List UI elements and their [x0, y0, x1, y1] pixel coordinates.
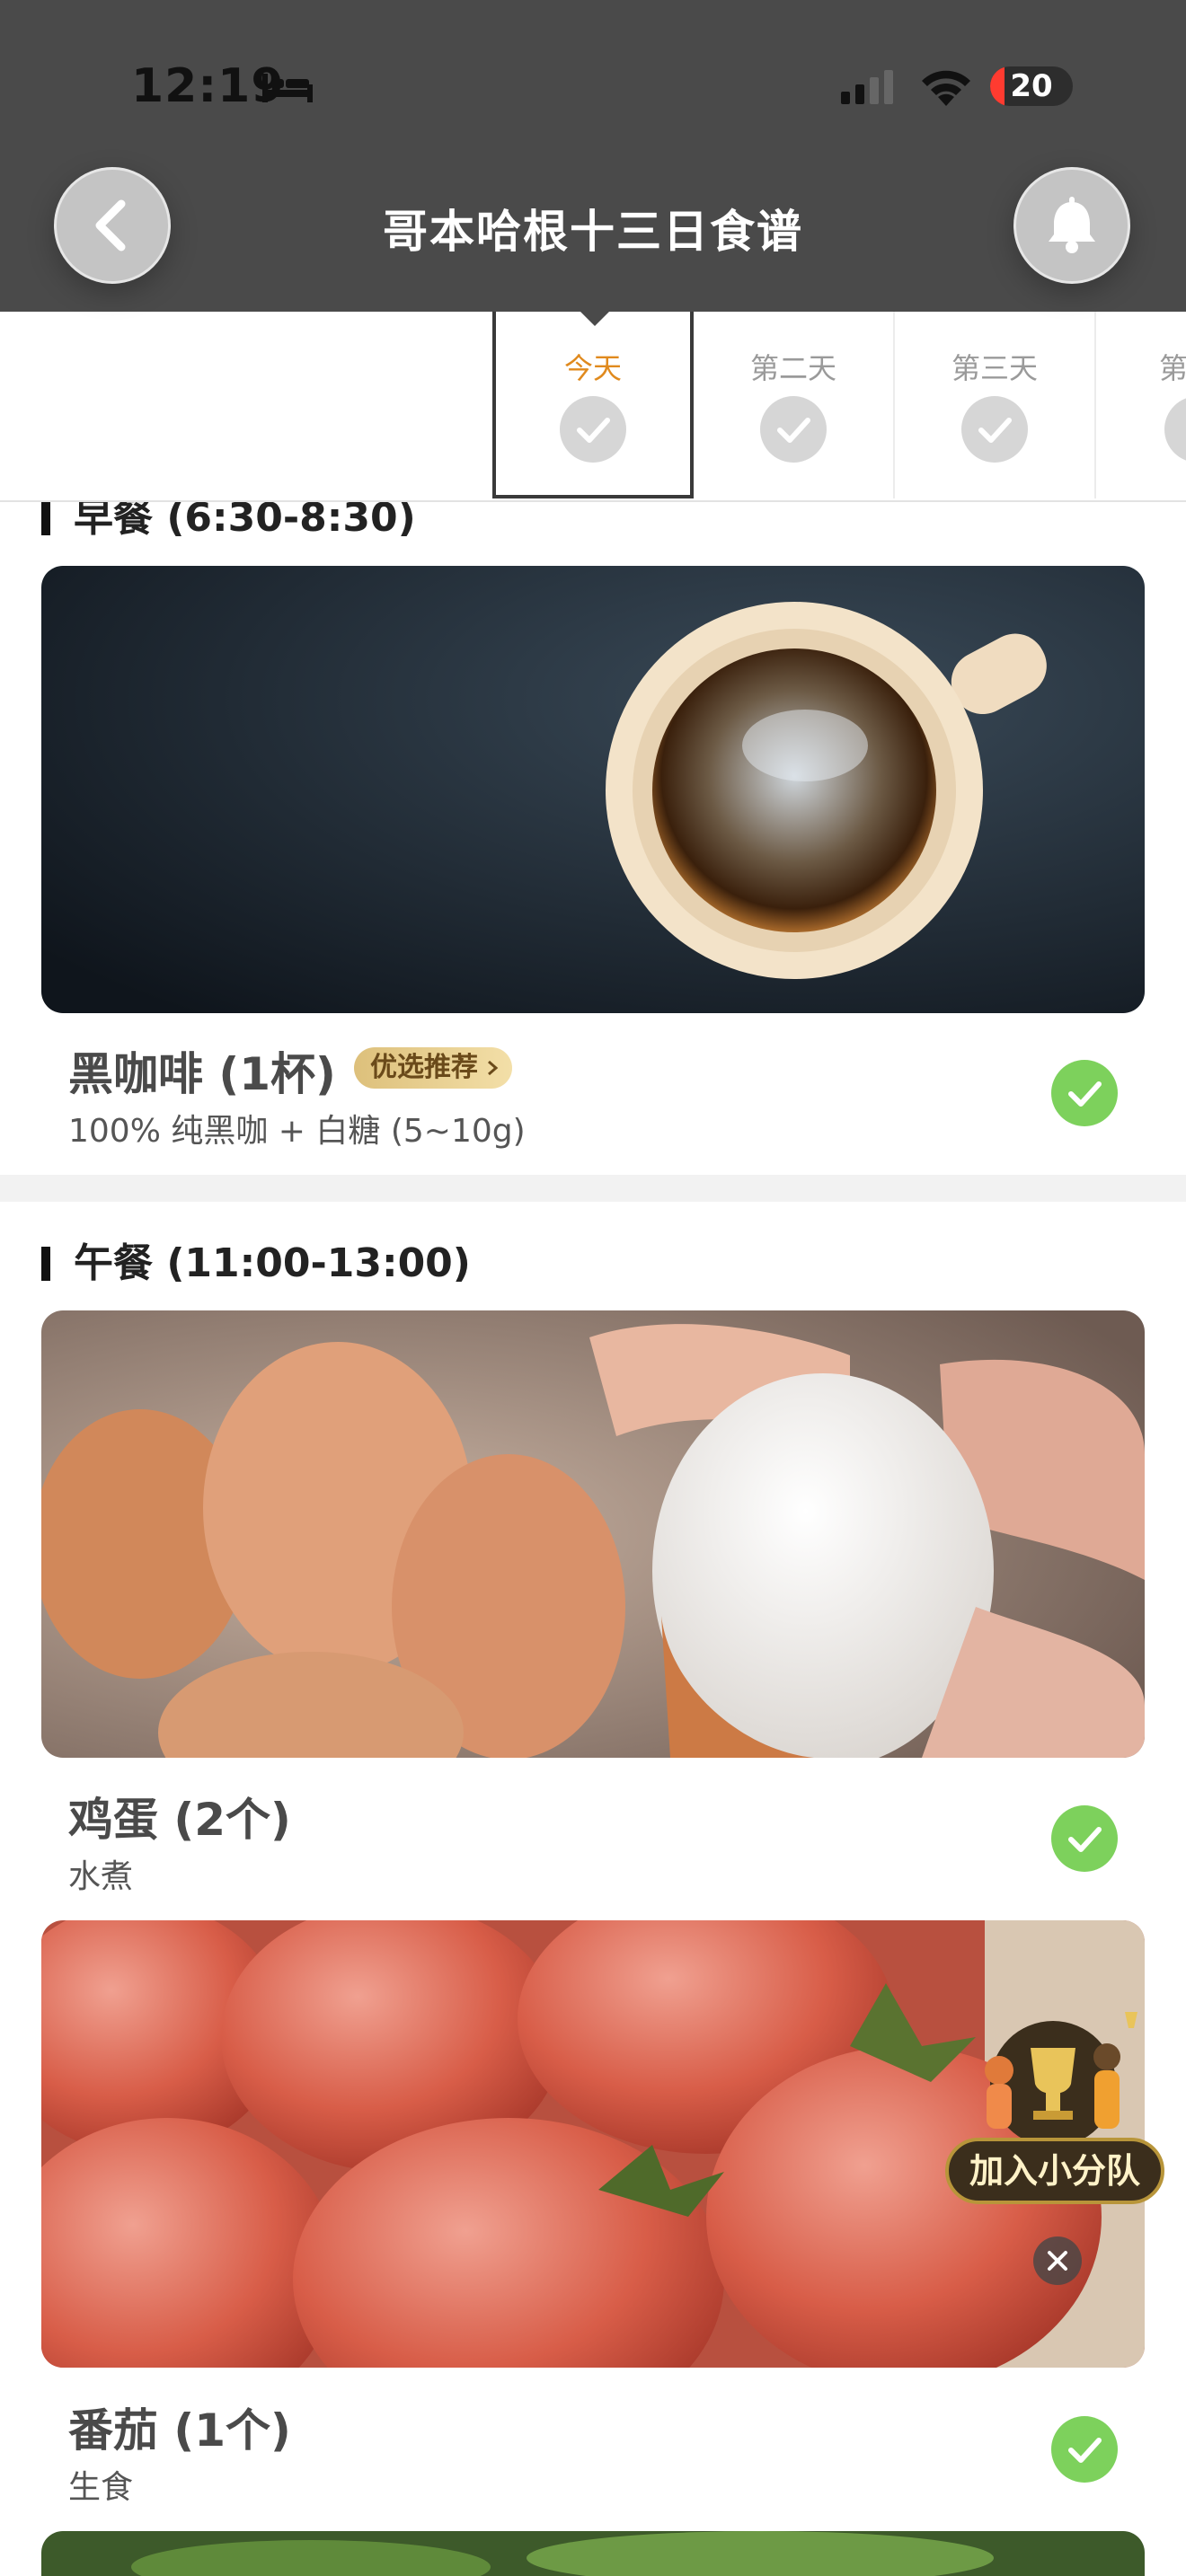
join-team-label: 加入小分队: [945, 2138, 1164, 2204]
done-check-egg[interactable]: [1051, 1805, 1118, 1872]
day-tabs: 今天 第二天 第三天 第: [0, 312, 1186, 502]
page-title: 哥本哈根十三日食谱: [383, 206, 803, 258]
tab-check: [1164, 396, 1186, 463]
check-icon: [978, 418, 1012, 443]
done-check-coffee[interactable]: [1051, 1060, 1118, 1126]
check-icon: [1068, 1081, 1102, 1107]
tab-day-2[interactable]: 第二天: [694, 312, 895, 498]
tab-today[interactable]: 今天: [492, 312, 694, 498]
sleep-mode-icon: [262, 74, 313, 102]
item-desc-coffee: 100% 纯黑咖 + 白糖 (5~10g): [68, 1113, 526, 1150]
egg-photo[interactable]: [41, 1310, 1145, 1758]
bell-icon: [1049, 197, 1095, 253]
section-divider: [0, 1175, 1186, 1202]
tab-day-3[interactable]: 第三天: [895, 312, 1096, 498]
wifi-icon: [922, 70, 970, 106]
tab-check: [961, 396, 1028, 463]
item-name-tomato: 番茄 (1个): [68, 2404, 291, 2457]
app-header: 12:19 20 哥本哈根十三日食谱: [0, 0, 1186, 312]
join-team-widget[interactable]: 加入小分队: [945, 1985, 1170, 2210]
badge-label: 优选推荐: [370, 1052, 478, 1083]
item-name-egg: 鸡蛋 (2个): [68, 1794, 291, 1846]
coffee-photo[interactable]: [41, 566, 1145, 1013]
done-check-tomato[interactable]: [1051, 2416, 1118, 2483]
tab-check: [760, 396, 827, 463]
notification-button[interactable]: [1013, 167, 1130, 284]
tab-label: 今天: [563, 351, 622, 385]
tab-check: [560, 396, 626, 463]
tab-day-4[interactable]: 第: [1096, 312, 1186, 498]
next-food-photo[interactable]: [41, 2531, 1145, 2576]
recommend-badge[interactable]: 优选推荐: [354, 1047, 512, 1089]
check-icon: [577, 418, 610, 443]
battery-level: 20: [1010, 68, 1053, 104]
tab-label: 第三天: [951, 351, 1038, 385]
battery-indicator: 20: [990, 66, 1073, 106]
cellular-signal-icon: [841, 70, 893, 104]
item-name-coffee: 黑咖啡 (1杯): [68, 1048, 336, 1100]
item-desc-tomato: 生食: [68, 2469, 134, 2506]
check-icon: [1068, 2438, 1102, 2463]
chevron-right-icon: [488, 1060, 499, 1076]
section-title-breakfast: 早餐 (6:30-8:30): [41, 496, 416, 541]
item-desc-egg: 水煮: [68, 1858, 134, 1895]
active-tab-pointer: [579, 310, 611, 326]
check-icon: [777, 418, 810, 443]
close-widget-button[interactable]: [1033, 2236, 1082, 2285]
check-icon: [1068, 1827, 1102, 1852]
tab-label: 第二天: [749, 351, 836, 385]
close-icon: [1048, 2251, 1067, 2271]
tab-label: 第: [1159, 351, 1186, 385]
team-trophy-icon: [985, 2012, 1137, 2147]
section-title-lunch: 午餐 (11:00-13:00): [41, 1241, 471, 1286]
